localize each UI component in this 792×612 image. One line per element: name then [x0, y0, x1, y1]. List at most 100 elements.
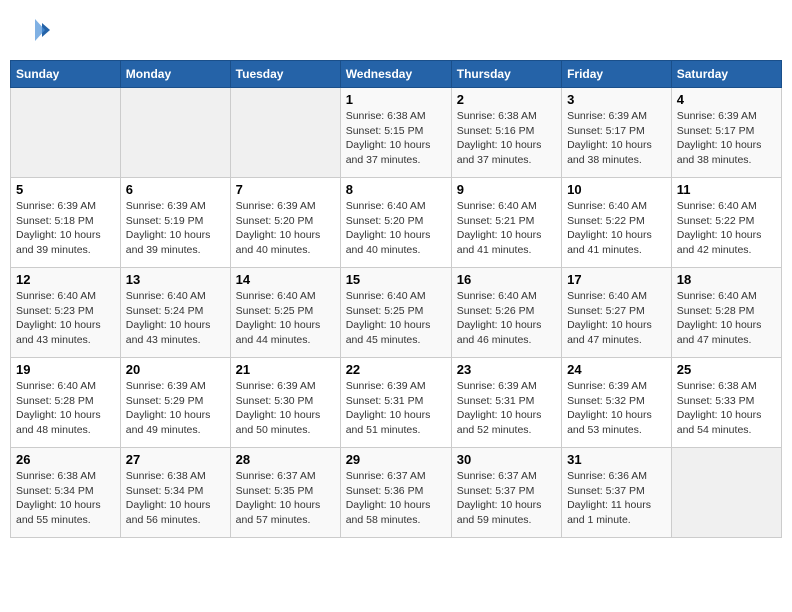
weekday-header: Wednesday: [340, 61, 451, 88]
calendar-cell: 24Sunrise: 6:39 AMSunset: 5:32 PMDayligh…: [562, 358, 672, 448]
calendar-cell: 20 Sunrise: 6:39 AMSunset: 5:29 PMDayligh…: [120, 358, 230, 448]
calendar-cell: 14 Sunrise: 6:40 AMSunset: 5:25 PMDayligh…: [230, 268, 340, 358]
day-info: Sunrise: 6:37 AMSunset: 5:37 PMDaylight:…: [457, 469, 556, 528]
day-number: 13: [126, 272, 225, 287]
calendar-cell: [120, 88, 230, 178]
day-info: Sunrise: 6:40 AMSunset: 5:20 PMDaylight:…: [346, 199, 446, 258]
day-number: 25: [677, 362, 776, 377]
calendar-cell: 23Sunrise: 6:39 AMSunset: 5:31 PMDayligh…: [451, 358, 561, 448]
calendar-cell: 21 Sunrise: 6:39 AMSunset: 5:30 PMDayligh…: [230, 358, 340, 448]
day-info: Sunrise: 6:39 AMSunset: 5:19 PMDaylight:…: [126, 199, 225, 258]
page-header: [10, 10, 782, 50]
weekday-header: Saturday: [671, 61, 781, 88]
calendar-cell: 12 Sunrise: 6:40 AMSunset: 5:23 PMDayligh…: [11, 268, 121, 358]
day-number: 15: [346, 272, 446, 287]
day-number: 16: [457, 272, 556, 287]
weekday-header: Friday: [562, 61, 672, 88]
calendar-cell: 9 Sunrise: 6:40 AMSunset: 5:21 PMDaylight…: [451, 178, 561, 268]
day-number: 21: [236, 362, 335, 377]
day-number: 8: [346, 182, 446, 197]
calendar-cell: 25Sunrise: 6:38 AMSunset: 5:33 PMDayligh…: [671, 358, 781, 448]
day-info: Sunrise: 6:38 AMSunset: 5:34 PMDaylight:…: [126, 469, 225, 528]
day-info: Sunrise: 6:38 AMSunset: 5:15 PMDaylight:…: [346, 109, 446, 168]
logo: [20, 15, 54, 45]
day-number: 29: [346, 452, 446, 467]
day-number: 14: [236, 272, 335, 287]
day-number: 27: [126, 452, 225, 467]
calendar-cell: 13 Sunrise: 6:40 AMSunset: 5:24 PMDayligh…: [120, 268, 230, 358]
calendar-cell: 17Sunrise: 6:40 AMSunset: 5:27 PMDayligh…: [562, 268, 672, 358]
day-number: 11: [677, 182, 776, 197]
calendar-cell: 7 Sunrise: 6:39 AMSunset: 5:20 PMDaylight…: [230, 178, 340, 268]
day-info: Sunrise: 6:40 AMSunset: 5:24 PMDaylight:…: [126, 289, 225, 348]
day-number: 30: [457, 452, 556, 467]
calendar-week-row: 1 Sunrise: 6:38 AMSunset: 5:15 PMDaylight…: [11, 88, 782, 178]
calendar-table: SundayMondayTuesdayWednesdayThursdayFrid…: [10, 60, 782, 538]
weekday-header: Thursday: [451, 61, 561, 88]
day-number: 7: [236, 182, 335, 197]
day-info: Sunrise: 6:39 AMSunset: 5:29 PMDaylight:…: [126, 379, 225, 438]
calendar-cell: [11, 88, 121, 178]
day-info: Sunrise: 6:38 AMSunset: 5:34 PMDaylight:…: [16, 469, 115, 528]
calendar-week-row: 5 Sunrise: 6:39 AMSunset: 5:18 PMDaylight…: [11, 178, 782, 268]
weekday-header: Monday: [120, 61, 230, 88]
calendar-cell: 6 Sunrise: 6:39 AMSunset: 5:19 PMDaylight…: [120, 178, 230, 268]
day-info: Sunrise: 6:39 AMSunset: 5:30 PMDaylight:…: [236, 379, 335, 438]
calendar-cell: [671, 448, 781, 538]
calendar-week-row: 19 Sunrise: 6:40 AMSunset: 5:28 PMDayligh…: [11, 358, 782, 448]
day-number: 12: [16, 272, 115, 287]
day-number: 1: [346, 92, 446, 107]
calendar-cell: 29Sunrise: 6:37 AMSunset: 5:36 PMDayligh…: [340, 448, 451, 538]
day-info: Sunrise: 6:40 AMSunset: 5:23 PMDaylight:…: [16, 289, 115, 348]
day-info: Sunrise: 6:40 AMSunset: 5:25 PMDaylight:…: [236, 289, 335, 348]
calendar-cell: 15 Sunrise: 6:40 AMSunset: 5:25 PMDayligh…: [340, 268, 451, 358]
calendar-cell: 18Sunrise: 6:40 AMSunset: 5:28 PMDayligh…: [671, 268, 781, 358]
calendar-cell: 3 Sunrise: 6:39 AMSunset: 5:17 PMDaylight…: [562, 88, 672, 178]
calendar-week-row: 12 Sunrise: 6:40 AMSunset: 5:23 PMDayligh…: [11, 268, 782, 358]
day-number: 28: [236, 452, 335, 467]
calendar-cell: 19 Sunrise: 6:40 AMSunset: 5:28 PMDayligh…: [11, 358, 121, 448]
calendar-cell: 27 Sunrise: 6:38 AMSunset: 5:34 PMDayligh…: [120, 448, 230, 538]
calendar-cell: 8 Sunrise: 6:40 AMSunset: 5:20 PMDaylight…: [340, 178, 451, 268]
day-info: Sunrise: 6:40 AMSunset: 5:28 PMDaylight:…: [677, 289, 776, 348]
calendar-cell: 5 Sunrise: 6:39 AMSunset: 5:18 PMDaylight…: [11, 178, 121, 268]
day-info: Sunrise: 6:40 AMSunset: 5:25 PMDaylight:…: [346, 289, 446, 348]
logo-icon: [20, 15, 50, 45]
calendar-cell: 2 Sunrise: 6:38 AMSunset: 5:16 PMDaylight…: [451, 88, 561, 178]
day-info: Sunrise: 6:39 AMSunset: 5:32 PMDaylight:…: [567, 379, 666, 438]
day-number: 19: [16, 362, 115, 377]
day-number: 20: [126, 362, 225, 377]
day-number: 3: [567, 92, 666, 107]
day-info: Sunrise: 6:40 AMSunset: 5:22 PMDaylight:…: [677, 199, 776, 258]
day-info: Sunrise: 6:39 AMSunset: 5:18 PMDaylight:…: [16, 199, 115, 258]
day-number: 22: [346, 362, 446, 377]
day-info: Sunrise: 6:39 AMSunset: 5:17 PMDaylight:…: [677, 109, 776, 168]
weekday-header: Sunday: [11, 61, 121, 88]
calendar-cell: 26Sunrise: 6:38 AMSunset: 5:34 PMDayligh…: [11, 448, 121, 538]
day-number: 6: [126, 182, 225, 197]
day-number: 4: [677, 92, 776, 107]
day-info: Sunrise: 6:38 AMSunset: 5:16 PMDaylight:…: [457, 109, 556, 168]
day-number: 9: [457, 182, 556, 197]
calendar-cell: 4 Sunrise: 6:39 AMSunset: 5:17 PMDaylight…: [671, 88, 781, 178]
calendar-cell: 11 Sunrise: 6:40 AMSunset: 5:22 PMDayligh…: [671, 178, 781, 268]
day-info: Sunrise: 6:40 AMSunset: 5:28 PMDaylight:…: [16, 379, 115, 438]
day-number: 2: [457, 92, 556, 107]
day-number: 17: [567, 272, 666, 287]
day-info: Sunrise: 6:39 AMSunset: 5:20 PMDaylight:…: [236, 199, 335, 258]
weekday-header-row: SundayMondayTuesdayWednesdayThursdayFrid…: [11, 61, 782, 88]
calendar-cell: 1 Sunrise: 6:38 AMSunset: 5:15 PMDaylight…: [340, 88, 451, 178]
day-number: 31: [567, 452, 666, 467]
day-info: Sunrise: 6:40 AMSunset: 5:21 PMDaylight:…: [457, 199, 556, 258]
calendar-cell: [230, 88, 340, 178]
calendar-week-row: 26Sunrise: 6:38 AMSunset: 5:34 PMDayligh…: [11, 448, 782, 538]
day-info: Sunrise: 6:37 AMSunset: 5:35 PMDaylight:…: [236, 469, 335, 528]
calendar-cell: 28 Sunrise: 6:37 AMSunset: 5:35 PMDayligh…: [230, 448, 340, 538]
calendar-cell: 22Sunrise: 6:39 AMSunset: 5:31 PMDayligh…: [340, 358, 451, 448]
day-info: Sunrise: 6:40 AMSunset: 5:22 PMDaylight:…: [567, 199, 666, 258]
day-info: Sunrise: 6:39 AMSunset: 5:17 PMDaylight:…: [567, 109, 666, 168]
day-info: Sunrise: 6:36 AMSunset: 5:37 PMDaylight:…: [567, 469, 666, 528]
day-number: 5: [16, 182, 115, 197]
day-number: 23: [457, 362, 556, 377]
weekday-header: Tuesday: [230, 61, 340, 88]
